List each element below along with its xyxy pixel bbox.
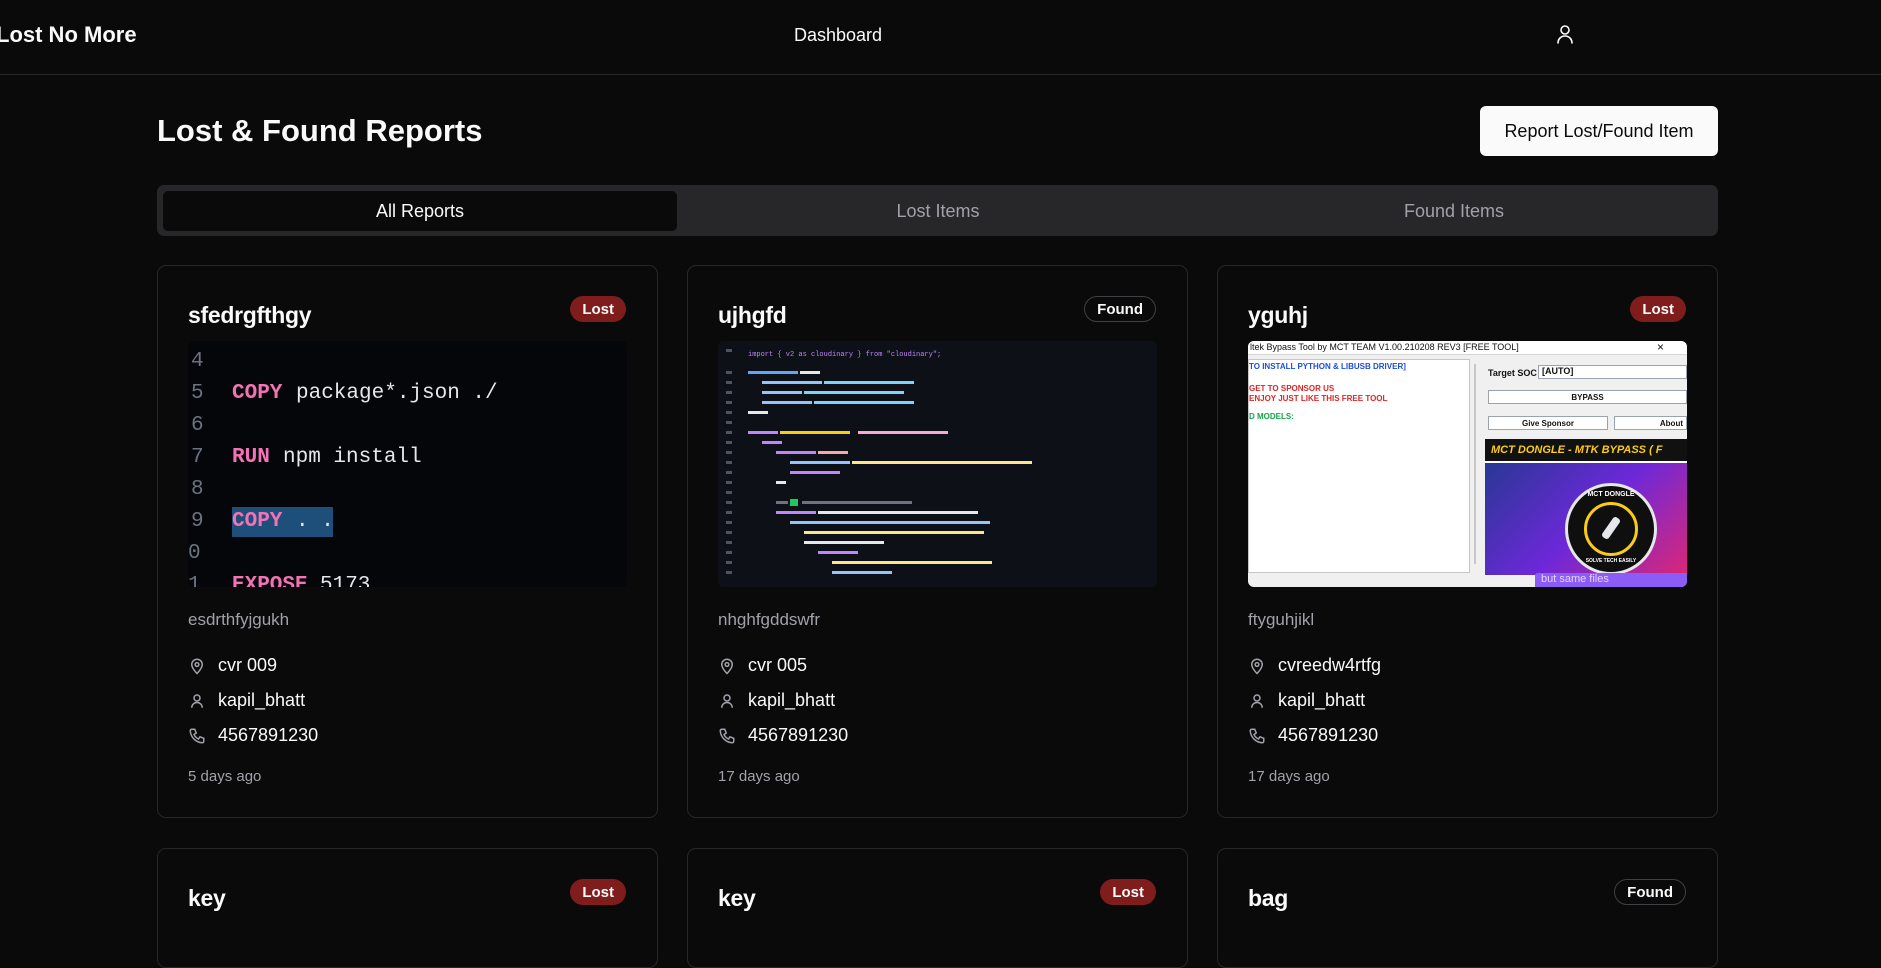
- card-title: key: [718, 885, 756, 911]
- report-card[interactable]: bag Found: [1217, 848, 1718, 968]
- phone-icon: [718, 727, 736, 745]
- item-image: import { v2 as cloudinary } from "cloudi…: [718, 341, 1157, 587]
- item-location: cvr 009: [218, 655, 278, 675]
- code-text: . .: [296, 510, 334, 533]
- status-badge: Found: [1084, 296, 1156, 322]
- item-description: esdrthfyjgukh: [188, 610, 290, 629]
- map-pin-icon: [1248, 657, 1266, 675]
- target-soc-label: Target SOC: [1488, 368, 1537, 378]
- phone-row: 4567891230: [1248, 725, 1378, 746]
- user-row: kapil_bhatt: [718, 690, 835, 711]
- item-image: ltek Bypass Tool by MCT TEAM V1.00.21020…: [1248, 341, 1687, 587]
- report-time: 17 days ago: [718, 768, 800, 785]
- filter-tabs: All Reports Lost Items Found Items: [157, 185, 1718, 236]
- location-row: cvreedw4rtfg: [1248, 655, 1381, 676]
- code-editor-screenshot: [726, 349, 1032, 574]
- map-pin-icon: [188, 657, 206, 675]
- line-number: 9: [191, 510, 204, 533]
- code-text: 5173: [320, 574, 371, 587]
- location-row: cvr 009: [188, 655, 277, 676]
- contact-phone: 4567891230: [748, 725, 849, 745]
- status-badge: Lost: [570, 879, 626, 905]
- report-item-button[interactable]: Report Lost/Found Item: [1480, 106, 1718, 156]
- window-title: ltek Bypass Tool by MCT TEAM V1.00.21020…: [1250, 342, 1519, 352]
- close-icon: ×: [1657, 341, 1665, 354]
- code-text: npm install: [283, 446, 422, 469]
- card-title: yguhj: [1248, 302, 1308, 328]
- brand-logo[interactable]: Lost No More: [0, 22, 137, 48]
- report-card[interactable]: key Lost: [157, 848, 658, 968]
- nav-dashboard-link[interactable]: Dashboard: [794, 25, 882, 46]
- tab-all-reports[interactable]: All Reports: [163, 191, 677, 231]
- card-title: ujhgfd: [718, 302, 787, 328]
- line-number: 7: [191, 446, 204, 469]
- user-row: kapil_bhatt: [188, 690, 305, 711]
- status-badge: Lost: [570, 296, 626, 322]
- report-time: 5 days ago: [188, 768, 262, 785]
- user-icon: [718, 692, 736, 710]
- promo-banner: MCT DONGLE - MTK BYPASS ( F MCT DONGLE S…: [1485, 439, 1687, 575]
- reporter-name: kapil_bhatt: [1278, 690, 1366, 710]
- phone-row: 4567891230: [718, 725, 848, 746]
- report-card[interactable]: ujhgfd Found import { v2 as cloudinary }…: [687, 265, 1188, 818]
- report-card[interactable]: yguhj Lost ltek Bypass Tool by MCT TEAM …: [1217, 265, 1718, 818]
- reporter-name: kapil_bhatt: [748, 690, 836, 710]
- contact-phone: 4567891230: [218, 725, 319, 745]
- line-number: 1: [188, 574, 201, 587]
- user-icon: [188, 692, 206, 710]
- item-description: ftyguhjikl: [1248, 610, 1315, 629]
- reporter-name: kapil_bhatt: [218, 690, 306, 710]
- give-sponsor-button: Give Sponsor: [1488, 416, 1608, 430]
- item-description: nhghfgddswfr: [718, 610, 821, 629]
- card-title: key: [188, 885, 226, 911]
- contact-phone: 4567891230: [1278, 725, 1379, 745]
- line-number: 0: [188, 542, 201, 565]
- banner-text: MCT DONGLE - MTK BYPASS ( F: [1491, 444, 1663, 456]
- footer-caption: but same files: [1535, 573, 1687, 587]
- line-number: 6: [191, 414, 204, 437]
- code-keyword: EXPOSE: [232, 574, 308, 587]
- report-time: 17 days ago: [1248, 768, 1330, 785]
- user-icon[interactable]: [1553, 22, 1577, 46]
- status-badge: Lost: [1630, 296, 1686, 322]
- page-title: Lost & Found Reports: [157, 113, 483, 148]
- code-text: package*.json ./: [296, 382, 498, 405]
- report-card[interactable]: sfedrgfthgy Lost 4 5 COPY package*.json …: [157, 265, 658, 818]
- line-number: 5: [191, 382, 204, 405]
- code-keyword: COPY: [232, 382, 283, 405]
- location-row: cvr 005: [718, 655, 807, 676]
- user-icon: [1248, 692, 1266, 710]
- top-navbar: Lost No More Dashboard: [0, 0, 1881, 75]
- item-location: cvr 005: [748, 655, 808, 675]
- line-number: 8: [191, 478, 204, 501]
- item-location: cvreedw4rtfg: [1278, 655, 1382, 675]
- bypass-button: BYPASS: [1488, 390, 1687, 404]
- status-badge: Lost: [1100, 879, 1156, 905]
- item-image: 4 5 COPY package*.json ./ 6 7 RUN npm in…: [188, 341, 627, 587]
- phone-icon: [188, 727, 206, 745]
- status-badge: Found: [1614, 879, 1686, 905]
- about-button: About: [1614, 416, 1687, 430]
- phone-row: 4567891230: [188, 725, 318, 746]
- line-number: 4: [191, 350, 204, 373]
- map-pin-icon: [718, 657, 736, 675]
- code-keyword: COPY: [232, 510, 283, 533]
- report-card[interactable]: key Lost: [687, 848, 1188, 968]
- phone-icon: [1248, 727, 1266, 745]
- card-title: sfedrgfthgy: [188, 302, 312, 328]
- target-soc-select: [AUTO]: [1538, 365, 1687, 379]
- card-title: bag: [1248, 885, 1288, 911]
- tab-found-items[interactable]: Found Items: [1197, 191, 1711, 231]
- tab-lost-items[interactable]: Lost Items: [681, 191, 1195, 231]
- code-keyword: RUN: [232, 446, 270, 469]
- dongle-logo: MCT DONGLE SOLVE TECH EASILY: [1565, 483, 1657, 575]
- user-row: kapil_bhatt: [1248, 690, 1365, 711]
- log-panel: TO INSTALL PYTHON & LIBUSB DRIVER] GET T…: [1248, 359, 1476, 573]
